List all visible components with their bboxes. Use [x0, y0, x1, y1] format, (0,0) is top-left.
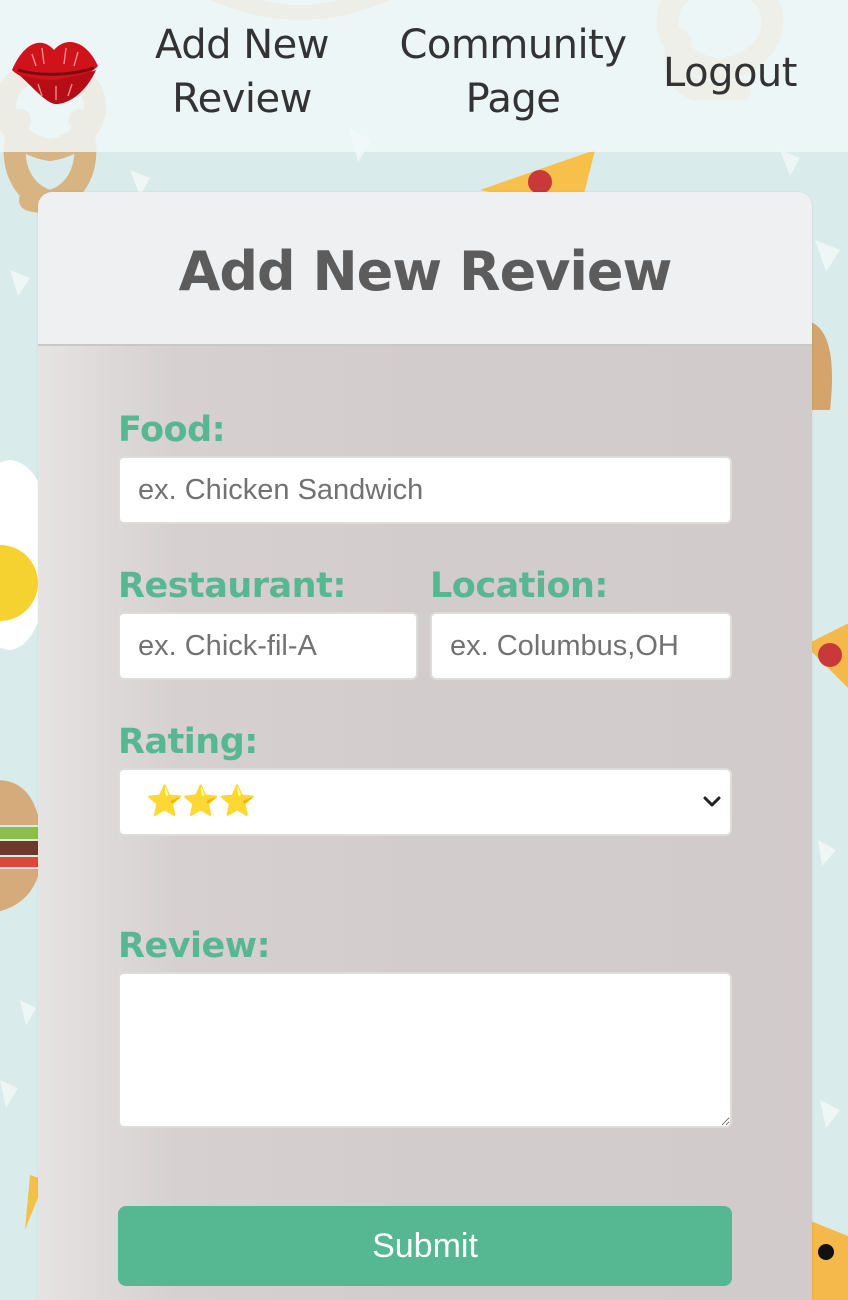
rating-label: Rating: [118, 722, 258, 762]
review-textarea[interactable] [118, 972, 732, 1128]
nav-add-new-review-link[interactable]: Add New Review [142, 18, 342, 126]
restaurant-label: Restaurant: [118, 566, 346, 606]
add-review-form: Food: Restaurant: Location: Rating: ⭐⭐⭐ … [38, 346, 812, 1300]
food-input[interactable] [118, 456, 732, 524]
restaurant-input[interactable] [118, 612, 418, 680]
nav-link-label: Add New [155, 22, 329, 68]
submit-button[interactable]: Submit [118, 1206, 732, 1286]
nav-link-label: Review [172, 76, 312, 122]
location-input[interactable] [430, 612, 732, 680]
lips-kiss-icon[interactable] [8, 26, 100, 108]
food-label: Food: [118, 410, 226, 450]
nav-community-page-link[interactable]: Community Page [388, 18, 638, 126]
nav-link-label: Page [465, 76, 561, 122]
nav-link-label: Logout [663, 50, 797, 96]
card-header: Add New Review [38, 192, 812, 346]
review-label: Review: [118, 926, 271, 966]
add-review-card: Add New Review Food: Restaurant: Locatio… [38, 192, 812, 1300]
nav-link-label: Community [399, 22, 627, 68]
page-title: Add New Review [178, 239, 673, 303]
rating-select[interactable]: ⭐⭐⭐ [118, 768, 732, 836]
location-label: Location: [430, 566, 608, 606]
rating-selected-value: ⭐⭐⭐ [146, 784, 256, 819]
navbar: Add New Review Community Page Logout [0, 0, 848, 152]
nav-logout-link[interactable]: Logout [648, 46, 812, 100]
chevron-down-icon [703, 796, 721, 807]
